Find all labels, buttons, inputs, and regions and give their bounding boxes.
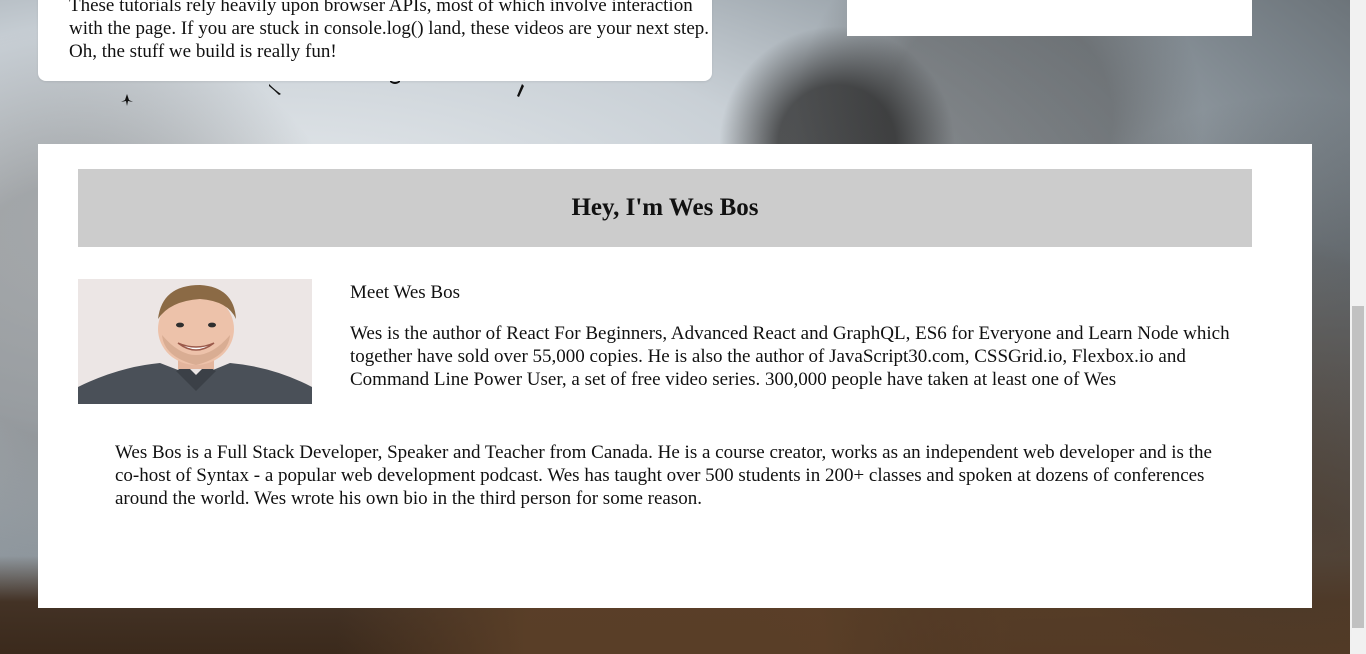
bird-icon <box>120 92 134 106</box>
about-header: Hey, I'm Wes Bos <box>78 169 1252 247</box>
bird-icon <box>268 82 282 96</box>
intro-text: These tutorials rely heavily upon browse… <box>69 0 710 62</box>
side-card <box>847 0 1252 36</box>
portrait-photo <box>78 279 312 404</box>
bird-icon <box>512 84 526 98</box>
intro-card: These tutorials rely heavily upon browse… <box>38 0 712 81</box>
meet-title: Meet Wes Bos <box>350 282 461 303</box>
page-scrollbar[interactable] <box>1350 0 1366 654</box>
meet-text: Wes is the author of React For Beginners… <box>350 323 1230 390</box>
about-section: Hey, I'm Wes Bos Meet Wes Bos Wes is the… <box>38 144 1312 608</box>
bio-text: Wes Bos is a Full Stack Developer, Speak… <box>115 442 1212 509</box>
scrollbar-thumb[interactable] <box>1352 306 1364 628</box>
about-heading: Hey, I'm Wes Bos <box>571 194 759 221</box>
